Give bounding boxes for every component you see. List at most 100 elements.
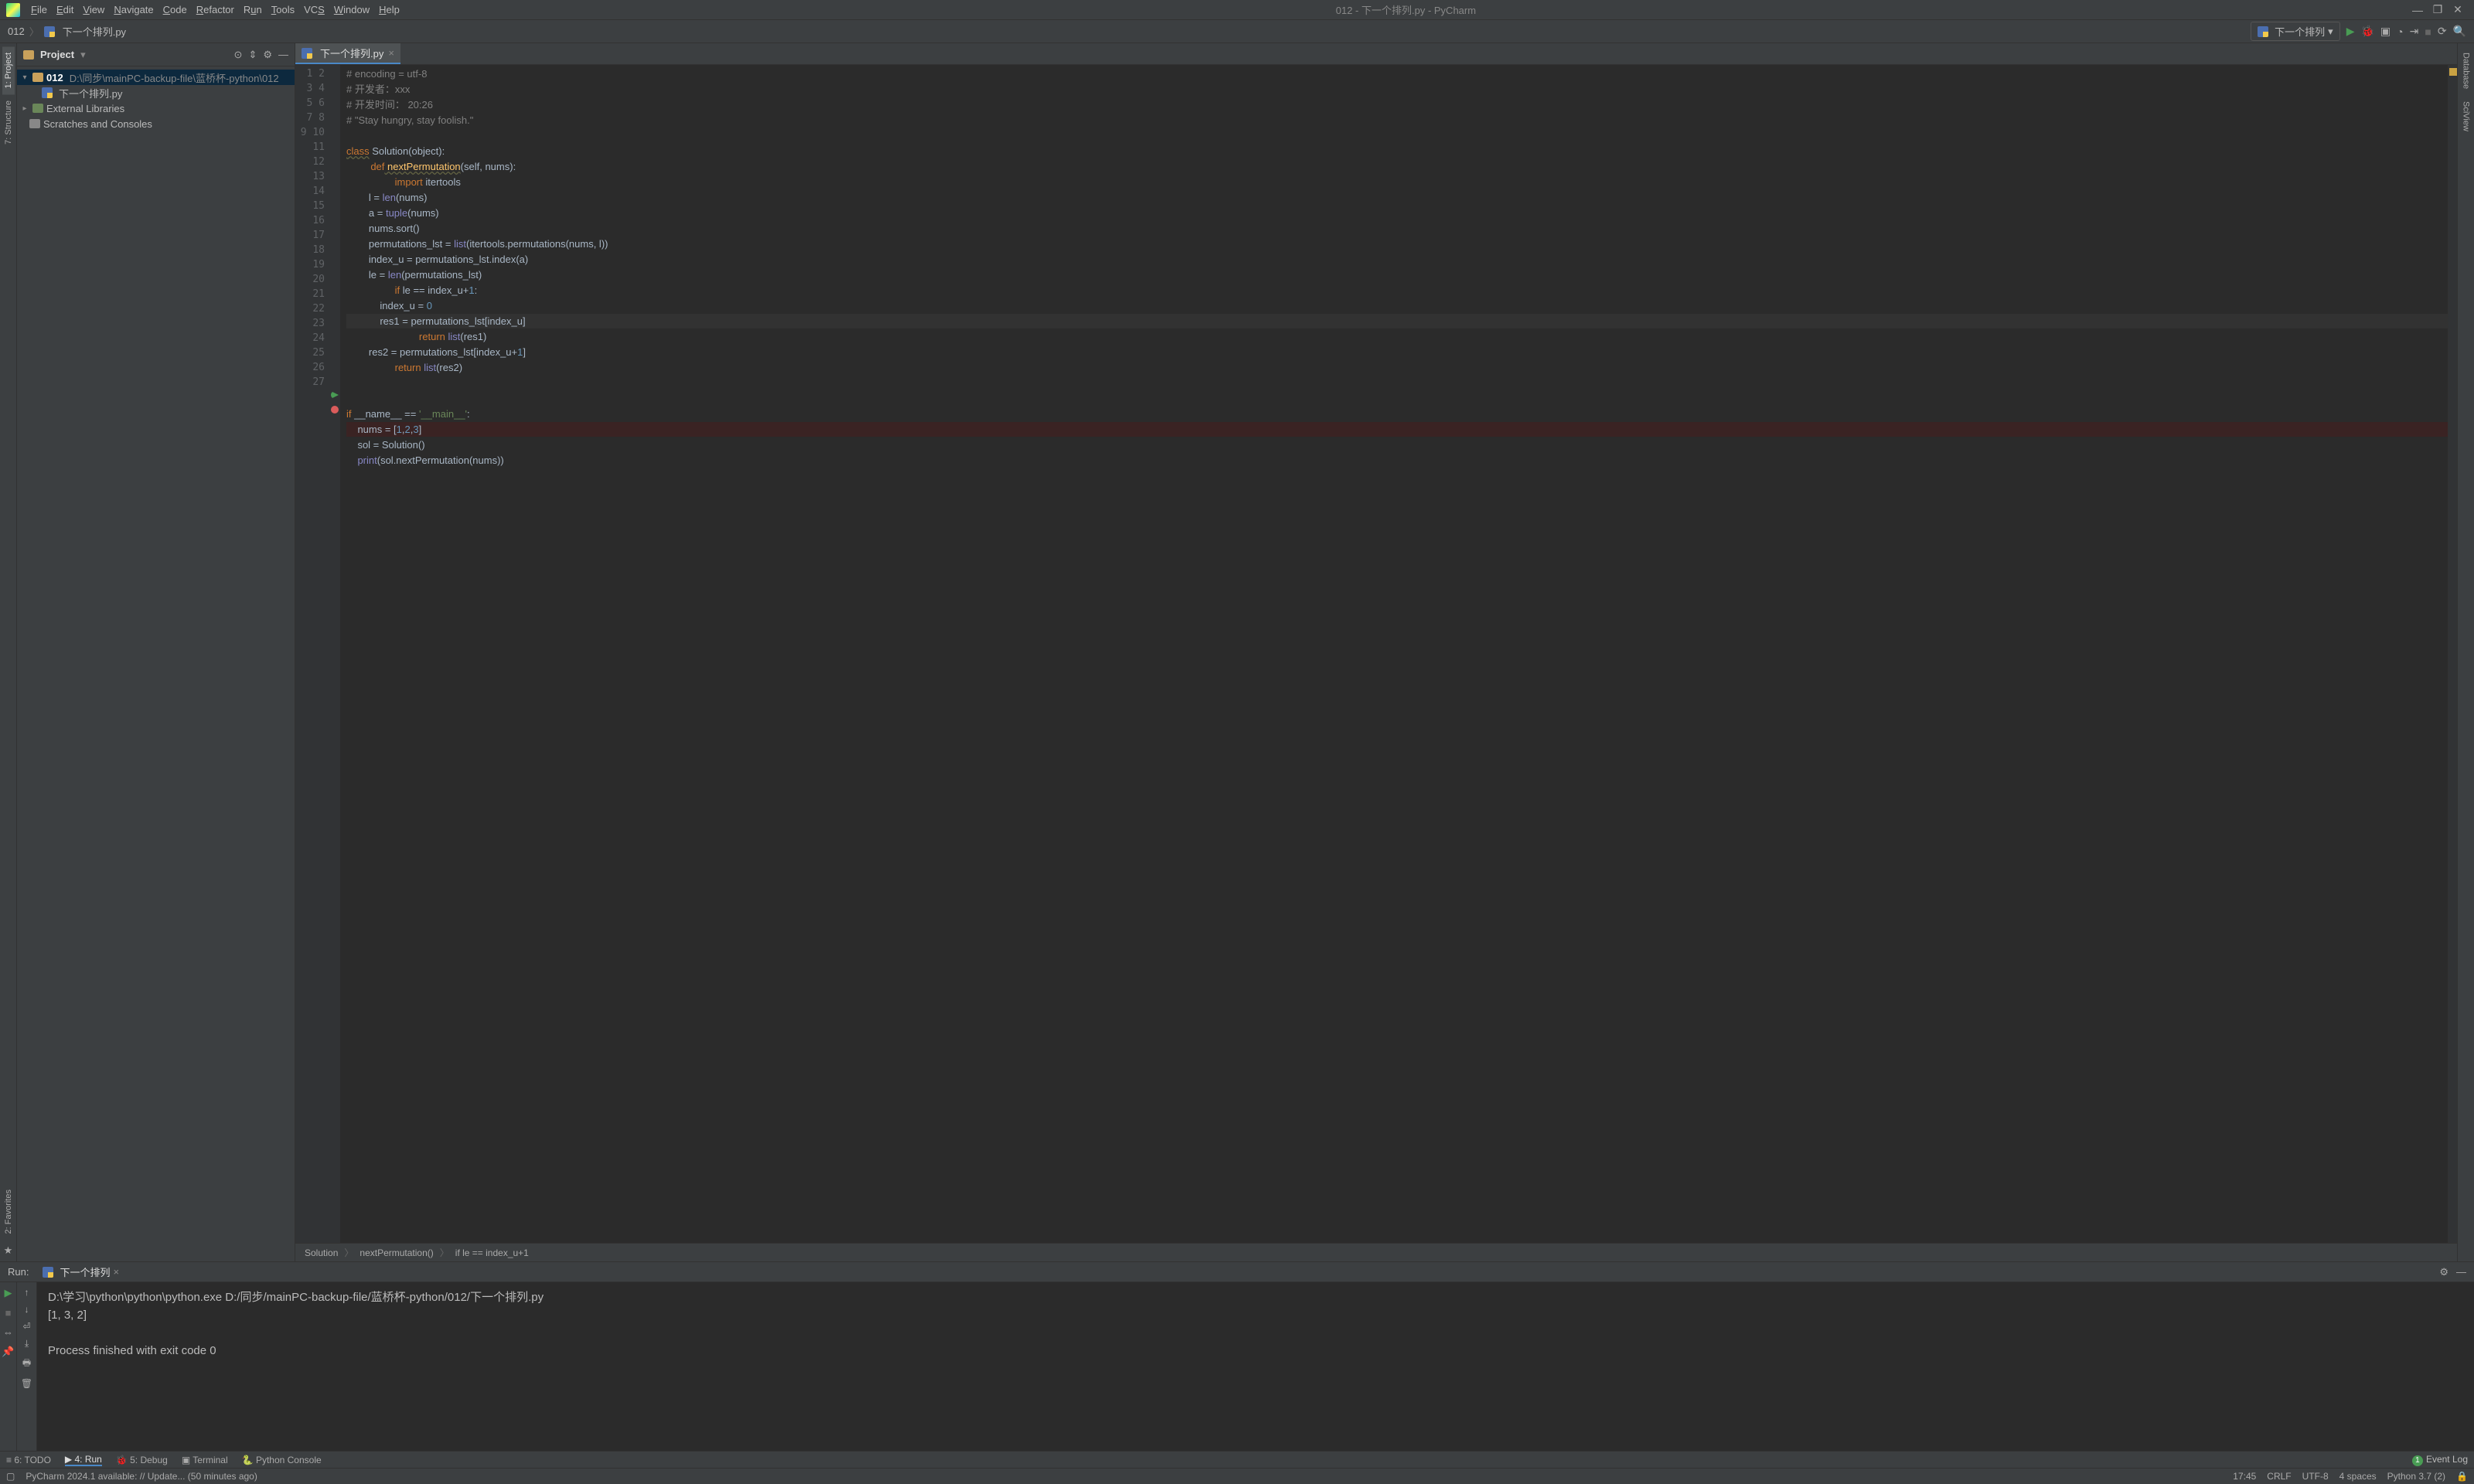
menu-edit[interactable]: Edit [52, 2, 78, 17]
tool-tab-structure[interactable]: 7: Structure [2, 94, 15, 151]
minimize-button[interactable]: — [2408, 4, 2428, 16]
scratch-icon [29, 119, 40, 128]
run-tab-label: 下一个排列 [60, 1264, 110, 1279]
crumb-method[interactable]: nextPermutation() [360, 1247, 433, 1258]
code-editor[interactable]: # encoding = utf-8 # 开发者：xxx # 开发时间： 20:… [340, 65, 2448, 1243]
pin-button[interactable]: 📌 [2, 1346, 14, 1358]
run-config-selector[interactable]: 下一个排列 ▾ [2251, 22, 2340, 41]
status-indent[interactable]: 4 spaces [2339, 1471, 2377, 1482]
collapse-icon[interactable]: ⇕ [248, 49, 257, 61]
menu-window[interactable]: Window [329, 2, 374, 17]
menu-refactor[interactable]: Refactor [192, 2, 239, 17]
favorite-star-icon[interactable]: ★ [4, 1240, 13, 1261]
profile-button[interactable]: ◔ [2397, 26, 2403, 38]
project-panel: Project ▾ ⊙ ⇕ ⚙ — ▾ 012 D:\同步\mainPC-bac… [17, 43, 295, 1261]
status-line-sep[interactable]: CRLF [2267, 1471, 2291, 1482]
python-file-icon [42, 87, 53, 98]
breadcrumb-file[interactable]: 下一个排列.py [63, 24, 126, 39]
tool-tab-database[interactable]: Database [2460, 46, 2472, 95]
status-encoding[interactable]: UTF-8 [2302, 1471, 2329, 1482]
crumb-class[interactable]: Solution [305, 1247, 338, 1258]
attach-button[interactable]: ⇥ [2410, 25, 2419, 38]
tree-ext-lib-label: External Libraries [46, 103, 124, 114]
print-button[interactable]: 🖶 [22, 1356, 31, 1372]
tool-tab-debug[interactable]: 🐞 5: Debug [116, 1455, 168, 1465]
navigation-bar: 012 〉 下一个排列.py 下一个排列 ▾ ▶ 🐞 ▣ ◔ ⇥ ■ ⟳ 🔍 [0, 20, 2474, 43]
tool-tab-project[interactable]: 1: Project [2, 46, 15, 94]
run-tab[interactable]: 下一个排列 × [36, 1264, 125, 1279]
trash-button[interactable]: 🗑 [21, 1378, 32, 1389]
expand-icon[interactable]: ▾ [20, 73, 29, 82]
title-bar: File Edit View Navigate Code Refactor Ru… [0, 0, 2474, 20]
chevron-down-icon[interactable]: ▾ [80, 49, 86, 61]
run-gutter-icon[interactable] [331, 391, 339, 399]
tool-tab-todo[interactable]: ≡ 6: TODO [6, 1455, 51, 1465]
status-message[interactable]: PyCharm 2024.1 available: // Update... (… [26, 1471, 257, 1482]
tree-external-libraries[interactable]: ▸ External Libraries [17, 100, 295, 116]
menu-help[interactable]: Help [374, 2, 404, 17]
hide-icon[interactable]: — [2456, 1266, 2466, 1278]
run-button[interactable]: ▶ [2346, 25, 2355, 38]
gutter-marks [329, 65, 340, 1243]
tree-file[interactable]: 下一个排列.py [17, 85, 295, 100]
search-everywhere-button[interactable]: 🔍 [2453, 25, 2466, 38]
tree-scratches-label: Scratches and Consoles [43, 118, 152, 130]
window-title: 012 - 下一个排列.py - PyCharm [404, 2, 2408, 17]
event-log-button[interactable]: 1Event Log [2412, 1454, 2468, 1466]
menu-run[interactable]: Run [239, 2, 267, 17]
soft-wrap-button[interactable]: ⏎ [22, 1321, 30, 1332]
python-file-icon [43, 1267, 53, 1278]
tree-root-label: 012 [46, 72, 63, 83]
status-bar: ▢ PyCharm 2024.1 available: // Update...… [0, 1468, 2474, 1484]
chevron-down-icon: ▾ [2328, 26, 2333, 38]
layout-button[interactable]: ⇔ [3, 1326, 13, 1338]
gear-icon[interactable]: ⚙ [2439, 1266, 2448, 1278]
debug-button[interactable]: 🐞 [2360, 25, 2373, 38]
expand-icon[interactable]: ▸ [20, 104, 29, 113]
maximize-button[interactable]: ❐ [2428, 3, 2448, 16]
rerun-button[interactable]: ▶ [5, 1287, 12, 1299]
menu-view[interactable]: View [78, 2, 109, 17]
tool-tab-sciview[interactable]: SciView [2460, 95, 2472, 138]
console-output[interactable]: D:\学习\python\python\python.exe D:/同步/mai… [37, 1282, 2474, 1451]
crumb-block[interactable]: if le == index_u+1 [455, 1247, 529, 1258]
close-icon[interactable]: × [388, 47, 394, 59]
tool-tab-python-console[interactable]: 🐍 Python Console [242, 1455, 322, 1465]
breadcrumb-folder[interactable]: 012 [8, 26, 25, 37]
menu-tools[interactable]: Tools [267, 2, 299, 17]
error-stripe[interactable] [2448, 65, 2457, 1243]
menu-file[interactable]: File [26, 2, 52, 17]
warning-indicator-icon[interactable] [2449, 68, 2457, 76]
close-button[interactable]: ✕ [2448, 3, 2468, 16]
status-hide-icon[interactable]: ▢ [6, 1471, 15, 1482]
tree-root[interactable]: ▾ 012 D:\同步\mainPC-backup-file\蓝桥杯-pytho… [17, 70, 295, 85]
lock-icon[interactable]: 🔒 [2456, 1471, 2468, 1482]
menu-vcs[interactable]: VCS [299, 2, 329, 17]
chevron-right-icon: 〉 [29, 24, 39, 39]
stop-button[interactable]: ■ [5, 1307, 12, 1319]
scroll-end-button[interactable]: ⤓ [25, 1338, 29, 1350]
stop-button[interactable]: ■ [2425, 26, 2431, 38]
status-interpreter[interactable]: Python 3.7 (2) [2387, 1471, 2445, 1482]
update-button[interactable]: ⟳ [2438, 25, 2447, 38]
menu-navigate[interactable]: Navigate [109, 2, 158, 17]
target-icon[interactable]: ⊙ [234, 49, 243, 61]
tool-tab-run[interactable]: ▶ 4: Run [65, 1454, 102, 1466]
down-button[interactable]: ↓ [25, 1304, 29, 1315]
tool-tab-favorites[interactable]: 2: Favorites [2, 1183, 15, 1240]
editor-tab[interactable]: 下一个排列.py × [295, 43, 400, 64]
menu-code[interactable]: Code [158, 2, 192, 17]
breakpoint-icon[interactable] [331, 406, 339, 414]
up-button[interactable]: ↑ [25, 1287, 29, 1298]
line-number-gutter: 1 2 3 4 5 6 7 8 9 10 11 12 13 14 15 16 1… [295, 65, 329, 1243]
run-toolbar: ▶ ■ ⇔ 📌 [0, 1282, 17, 1451]
tree-scratches[interactable]: Scratches and Consoles [17, 116, 295, 131]
gear-icon[interactable]: ⚙ [263, 49, 272, 61]
tool-tab-terminal[interactable]: ▣ Terminal [182, 1455, 228, 1465]
coverage-button[interactable]: ▣ [2380, 25, 2391, 38]
close-icon[interactable]: × [113, 1266, 119, 1278]
editor-area: 下一个排列.py × 1 2 3 4 5 6 7 8 9 10 11 12 13… [295, 43, 2457, 1261]
status-position[interactable]: 17:45 [2233, 1471, 2256, 1482]
editor-breadcrumb: Solution 〉 nextPermutation() 〉 if le == … [295, 1243, 2457, 1261]
hide-icon[interactable]: — [278, 49, 288, 60]
